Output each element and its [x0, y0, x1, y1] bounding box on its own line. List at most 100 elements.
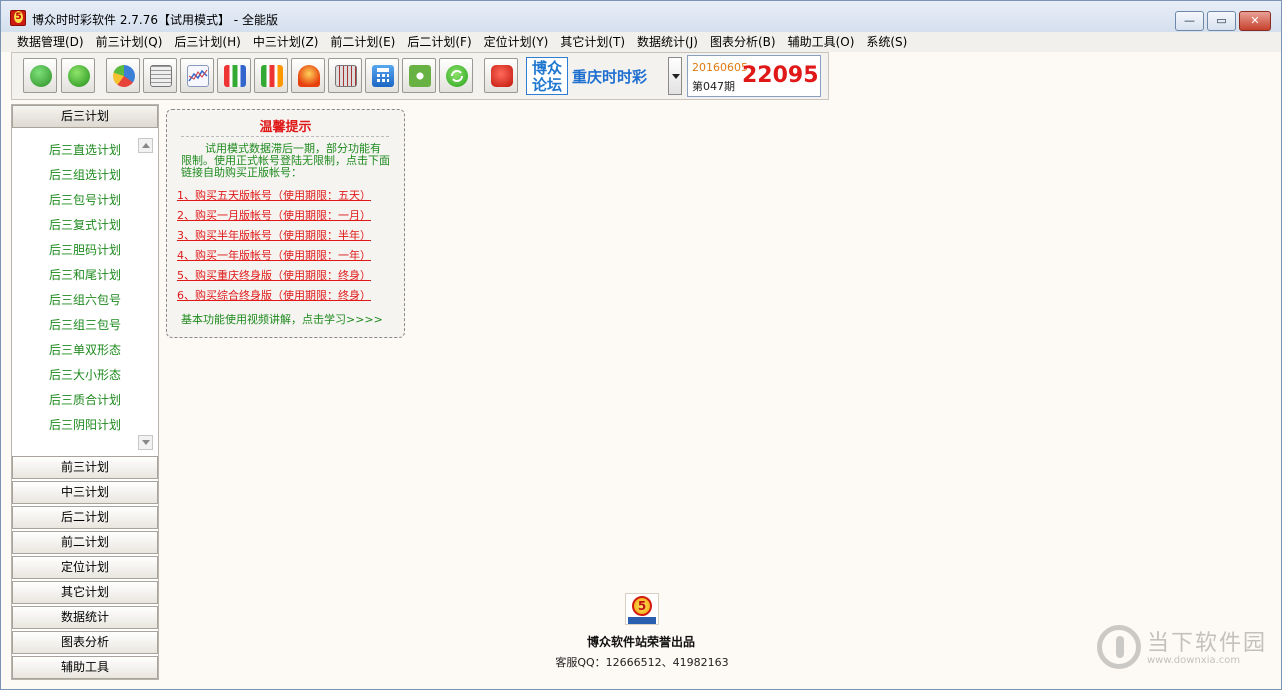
sidebar-item-11[interactable]: 后三阴阳计划	[49, 416, 121, 433]
watermark-text: 当下软件园	[1147, 631, 1268, 656]
download-icon	[68, 65, 90, 87]
brand-sub-icon	[628, 617, 656, 624]
draw-date: 20160605	[692, 61, 748, 74]
line-chart-icon	[187, 65, 209, 87]
draw-number: 22095	[742, 63, 819, 88]
close-icon: ✕	[1250, 14, 1260, 27]
lottery-dropdown[interactable]	[668, 57, 682, 95]
bar-chart-icon	[224, 65, 246, 87]
title-bar: 博众时时彩软件 2.7.76【试用模式】 - 全能版 — ▭ ✕	[1, 1, 1281, 32]
toolbar-bar-chart-button[interactable]	[217, 58, 251, 93]
toolbar-grid-table-button[interactable]	[143, 58, 177, 93]
latest-draw-panel: 20160605 第047期 22095	[687, 55, 821, 97]
lottery-name: 重庆时时彩	[572, 68, 648, 86]
menu-tools[interactable]: 辅助工具(O)	[782, 32, 861, 52]
app-logo-icon	[10, 10, 26, 26]
minimize-icon: —	[1184, 14, 1195, 27]
sidebar-item-0[interactable]: 后三直选计划	[49, 141, 121, 158]
sidebar-header-front-three[interactable]: 前三计划	[12, 456, 158, 479]
sidebar-header-middle-three[interactable]: 中三计划	[12, 481, 158, 504]
watermark-url: www.downxia.com	[1147, 655, 1241, 666]
toolbar: 博众 论坛 重庆时时彩 20160605 第047期 22095	[11, 52, 829, 100]
buy-link-chongqing-lifetime[interactable]: 5、购买重庆终身版（使用期限：终身）	[177, 267, 371, 283]
menu-middle-three-plan[interactable]: 中三计划(Z)	[247, 32, 325, 52]
buy-link-comprehensive-lifetime[interactable]: 6、购买综合终身版（使用期限：终身）	[177, 287, 371, 303]
toolbar-refresh-button[interactable]	[439, 58, 473, 93]
toolbar-download-button[interactable]	[61, 58, 95, 93]
menu-system[interactable]: 系统(S)	[860, 32, 913, 52]
scroll-up-button[interactable]	[138, 138, 153, 153]
sidebar-item-6[interactable]: 后三组六包号	[49, 291, 121, 308]
grid-chart-icon	[335, 65, 357, 87]
maximize-button[interactable]: ▭	[1207, 11, 1236, 31]
pie-chart-icon	[113, 65, 135, 87]
menu-data-statistics[interactable]: 数据统计(J)	[631, 32, 704, 52]
watermark: 当下软件园 www.downxia.com	[1097, 625, 1273, 673]
toolbar-bar-chart-alt-button[interactable]	[254, 58, 288, 93]
sidebar-header-back-two[interactable]: 后二计划	[12, 506, 158, 529]
sidebar-header-statistics[interactable]: 数据统计	[12, 606, 158, 629]
forum-logo-line2: 论坛	[531, 76, 562, 94]
sidebar-header-front-two[interactable]: 前二计划	[12, 531, 158, 554]
sidebar-item-1[interactable]: 后三组选计划	[49, 166, 121, 183]
sidebar-item-10[interactable]: 后三质合计划	[49, 391, 121, 408]
toolbar-settings-button[interactable]	[402, 58, 436, 93]
buy-link-halfyear[interactable]: 3、购买半年版帐号（使用期限：半年）	[177, 227, 371, 243]
sidebar-item-3[interactable]: 后三复式计划	[49, 216, 121, 233]
database-icon	[30, 65, 52, 87]
refresh-icon	[446, 65, 468, 87]
toolbar-grid-chart-button[interactable]	[328, 58, 362, 93]
notice-divider	[181, 136, 389, 137]
menu-position-plan[interactable]: 定位计划(Y)	[478, 32, 555, 52]
calculator-icon	[372, 65, 394, 87]
tutorial-link[interactable]: 基本功能使用视频讲解，点击学习>>>>	[181, 311, 383, 327]
close-button[interactable]: ✕	[1239, 11, 1271, 31]
menu-front-two-plan[interactable]: 前二计划(E)	[324, 32, 401, 52]
forum-logo-line1: 博众	[531, 59, 562, 77]
support-qq: 客服QQ：12666512、41982163	[1, 654, 1282, 670]
menu-front-three-plan[interactable]: 前三计划(Q)	[90, 32, 169, 52]
sidebar-item-9[interactable]: 后三大小形态	[49, 366, 121, 383]
sidebar-header-other[interactable]: 其它计划	[12, 581, 158, 604]
maximize-icon: ▭	[1216, 14, 1227, 27]
brand-logo: 5	[625, 593, 659, 625]
window-controls: — ▭ ✕	[1175, 11, 1271, 31]
grid-table-icon	[150, 65, 172, 87]
minimize-button[interactable]: —	[1175, 11, 1204, 31]
buy-link-1year[interactable]: 4、购买一年版帐号（使用期限：一年）	[177, 247, 371, 263]
menu-other-plan[interactable]: 其它计划(T)	[554, 32, 631, 52]
sidebar-list: 后三直选计划 后三组选计划 后三包号计划 后三复式计划 后三胆码计划 后三和尾计…	[12, 130, 158, 454]
draw-period: 第047期	[692, 80, 735, 93]
brand-title: 博众软件站荣誉出品	[1, 633, 1282, 650]
toolbar-line-chart-button[interactable]	[180, 58, 214, 93]
brand-title-text: 博众软件站荣誉出品	[586, 635, 695, 649]
sidebar: 后三计划 后三直选计划 后三组选计划 后三包号计划 后三复式计划 后三胆码计划 …	[11, 104, 159, 680]
toolbar-calculator-button[interactable]	[365, 58, 399, 93]
notice-title: 温馨提示	[259, 120, 312, 135]
sidebar-header-back-three[interactable]: 后三计划	[12, 105, 158, 128]
buy-link-1month[interactable]: 2、购买一月版帐号（使用期限：一月）	[177, 207, 371, 223]
scroll-down-button[interactable]	[138, 435, 153, 450]
window-title: 博众时时彩软件 2.7.76【试用模式】 - 全能版	[32, 13, 278, 27]
sidebar-item-8[interactable]: 后三单双形态	[49, 341, 121, 358]
menu-back-two-plan[interactable]: 后二计划(F)	[401, 32, 477, 52]
toolbar-database-button[interactable]	[23, 58, 57, 93]
menu-back-three-plan[interactable]: 后三计划(H)	[168, 32, 246, 52]
red-button-icon	[491, 65, 513, 87]
sidebar-header-position[interactable]: 定位计划	[12, 556, 158, 579]
alarm-icon	[298, 65, 320, 87]
settings-icon	[409, 65, 431, 87]
menu-chart-analysis[interactable]: 图表分析(B)	[704, 32, 782, 52]
sidebar-item-5[interactable]: 后三和尾计划	[49, 266, 121, 283]
sidebar-item-4[interactable]: 后三胆码计划	[49, 241, 121, 258]
brand-coin-icon: 5	[632, 596, 652, 616]
buy-link-5day[interactable]: 1、购买五天版帐号（使用期限：五天）	[177, 187, 371, 203]
toolbar-stop-button[interactable]	[484, 58, 518, 93]
sidebar-item-7[interactable]: 后三组三包号	[49, 316, 121, 333]
menu-bar: 数据管理(D) 前三计划(Q) 后三计划(H) 中三计划(Z) 前二计划(E) …	[1, 32, 1281, 52]
toolbar-alarm-button[interactable]	[291, 58, 325, 93]
menu-data-management[interactable]: 数据管理(D)	[11, 32, 90, 52]
sidebar-item-2[interactable]: 后三包号计划	[49, 191, 121, 208]
forum-logo-button[interactable]: 博众 论坛	[526, 57, 568, 95]
toolbar-pie-chart-button[interactable]	[106, 58, 140, 93]
